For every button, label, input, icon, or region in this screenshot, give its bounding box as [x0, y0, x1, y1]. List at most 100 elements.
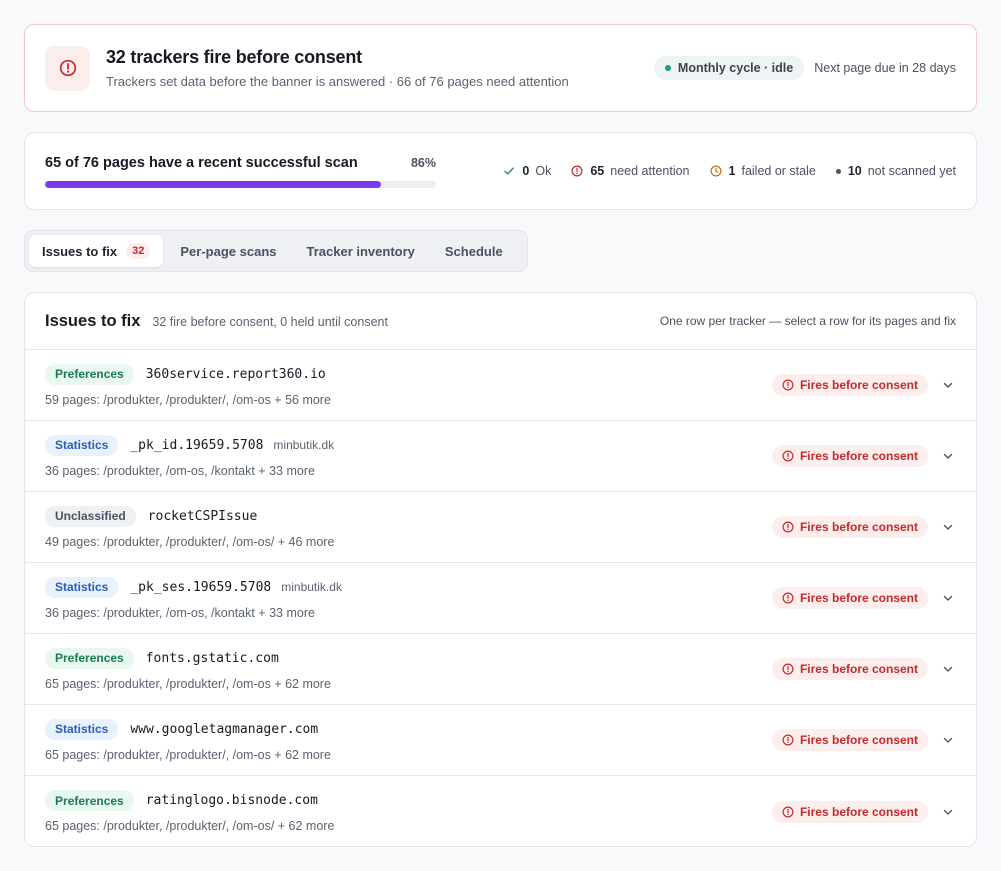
stat-failed-label: failed or stale: [741, 164, 816, 178]
chevron-down-icon[interactable]: [940, 732, 956, 748]
status-label: Fires before consent: [799, 591, 918, 605]
tab-inventory-label: Tracker inventory: [306, 243, 415, 259]
chevron-down-icon[interactable]: [940, 519, 956, 535]
status-label: Fires before consent: [799, 733, 918, 747]
alert-subtitle: Trackers set data before the banner is a…: [106, 74, 569, 89]
tab-schedule[interactable]: Schedule: [432, 235, 516, 267]
tracker-pages: 49 pages: /produkter, /produkter/, /om-o…: [45, 534, 335, 549]
tracker-name: 360service.report360.io: [145, 366, 326, 382]
issues-hint: One row per tracker — select a row for i…: [659, 314, 956, 328]
tracker-pages: 65 pages: /produkter, /produkter/, /om-o…: [45, 747, 331, 762]
tracker-row[interactable]: Statistics _pk_id.19659.5708 minbutik.dk…: [25, 421, 976, 492]
category-badge: Preferences: [45, 363, 134, 385]
tab-schedule-label: Schedule: [444, 243, 503, 259]
tab-issues-count-badge: 32: [126, 243, 151, 259]
alert-circle-icon: [782, 734, 794, 746]
fires-before-consent-badge: Fires before consent: [771, 445, 928, 467]
alert-circle-icon: [571, 165, 583, 177]
tracker-domain: minbutik.dk: [281, 580, 342, 594]
tracker-pages: 36 pages: /produkter, /om-os, /kontakt +…: [45, 463, 315, 478]
fires-before-consent-badge: Fires before consent: [771, 516, 928, 538]
progress-bar: [45, 180, 436, 188]
stat-ok: 0 Ok: [503, 164, 551, 178]
scan-stats: 0 Ok 65 need attention 1 failed or stale…: [483, 164, 956, 178]
category-badge: Statistics: [45, 718, 119, 740]
fires-before-consent-badge: Fires before consent: [771, 800, 928, 823]
alert-circle-icon: [782, 379, 794, 391]
issue-list: Preferences 360service.report360.io 59 p…: [25, 350, 976, 846]
alert-circle-icon: [782, 592, 794, 604]
progress-bar-fill: [45, 180, 382, 188]
alert-icon-box: [45, 45, 90, 91]
check-icon: [504, 167, 515, 175]
tab-per-page-scans[interactable]: Per-page scans: [167, 235, 289, 267]
issues-subtitle: 32 fire before consent, 0 held until con…: [152, 315, 388, 329]
tracker-pages: 65 pages: /produkter, /produkter/, /om-o…: [45, 676, 331, 691]
tracker-pages: 59 pages: /produkter, /produkter/, /om-o…: [45, 392, 331, 407]
tracker-row[interactable]: Preferences fonts.gstatic.com 65 pages: …: [25, 634, 976, 705]
chevron-down-icon[interactable]: [940, 804, 956, 820]
category-badge: Statistics: [45, 434, 119, 456]
next-due-text: Next page due in 28 days: [814, 61, 956, 75]
fires-before-consent-badge: Fires before consent: [771, 729, 928, 751]
fires-before-consent-badge: Fires before consent: [771, 374, 928, 396]
tracker-row[interactable]: Unclassified rocketCSPIssue 49 pages: /p…: [25, 492, 976, 563]
stat-need-attention-count: 65: [590, 164, 605, 178]
category-badge: Statistics: [45, 576, 119, 598]
tracker-name: _pk_ses.19659.5708: [130, 579, 272, 595]
fires-before-consent-badge: Fires before consent: [771, 587, 928, 609]
chevron-down-icon[interactable]: [940, 661, 956, 677]
chevron-down-icon[interactable]: [940, 377, 956, 393]
tab-tracker-inventory[interactable]: Tracker inventory: [294, 235, 428, 267]
category-badge: Unclassified: [45, 505, 136, 527]
cycle-status-label: Monthly cycle · idle: [677, 61, 794, 75]
dot-icon: [835, 168, 841, 174]
stat-need-attention-label: need attention: [610, 164, 690, 178]
issues-title: Issues to fix: [45, 311, 141, 330]
stat-not-scanned-label: not scanned yet: [867, 164, 956, 178]
category-badge: Preferences: [45, 647, 134, 669]
alert-circle-icon: [782, 450, 794, 462]
tab-per-page-label: Per-page scans: [180, 243, 277, 259]
status-dot-icon: [664, 65, 671, 71]
tab-issues-to-fix[interactable]: Issues to fix 32: [29, 235, 164, 267]
tracker-pages: 65 pages: /produkter, /produkter/, /om-o…: [45, 819, 335, 833]
tracker-row[interactable]: Statistics _pk_ses.19659.5708 minbutik.d…: [25, 563, 976, 634]
stat-failed-count: 1: [728, 164, 736, 178]
fires-before-consent-badge: Fires before consent: [771, 658, 928, 680]
tab-issues-label: Issues to fix: [42, 243, 118, 259]
scan-progress-card: 65 of 76 pages have a recent successful …: [24, 132, 977, 210]
tracker-row[interactable]: Preferences ratinglogo.bisnode.com 65 pa…: [25, 776, 976, 846]
status-label: Fires before consent: [799, 804, 918, 819]
alert-title: 32 trackers fire before consent: [106, 47, 362, 67]
status-label: Fires before consent: [799, 378, 918, 392]
progress-title: 65 of 76 pages have a recent successful …: [45, 154, 358, 171]
category-badge: Preferences: [45, 790, 134, 811]
stat-not-scanned: 10 not scanned yet: [835, 164, 956, 178]
issues-card: Issues to fix 32 fire before consent, 0 …: [24, 292, 977, 847]
tracker-row[interactable]: Preferences 360service.report360.io 59 p…: [25, 350, 976, 421]
tracker-name: ratinglogo.bisnode.com: [145, 793, 318, 808]
tracker-name: _pk_id.19659.5708: [130, 437, 264, 453]
alert-circle-icon: [782, 805, 794, 818]
issues-header: Issues to fix 32 fire before consent, 0 …: [25, 293, 976, 350]
consent-alert-card: 32 trackers fire before consent Trackers…: [24, 24, 977, 112]
status-label: Fires before consent: [799, 662, 918, 676]
status-label: Fires before consent: [799, 520, 918, 534]
clock-icon: [710, 165, 722, 177]
tracker-row[interactable]: Statistics www.googletagmanager.com 65 p…: [25, 705, 976, 776]
tracker-name: www.googletagmanager.com: [130, 721, 319, 737]
tracker-name: rocketCSPIssue: [147, 508, 258, 524]
alert-circle-icon: [782, 663, 794, 675]
alert-circle-icon: [782, 521, 794, 533]
tracker-name: fonts.gstatic.com: [145, 650, 279, 666]
tracker-domain: minbutik.dk: [273, 438, 335, 452]
stat-ok-count: 0: [522, 164, 530, 178]
cycle-status-badge: Monthly cycle · idle: [653, 56, 805, 80]
alert-circle-icon: [59, 59, 76, 77]
chevron-down-icon[interactable]: [940, 590, 956, 606]
chevron-down-icon[interactable]: [940, 448, 956, 464]
progress-percent: 86%: [410, 155, 436, 170]
stat-not-scanned-count: 10: [847, 164, 862, 178]
status-label: Fires before consent: [799, 449, 918, 463]
